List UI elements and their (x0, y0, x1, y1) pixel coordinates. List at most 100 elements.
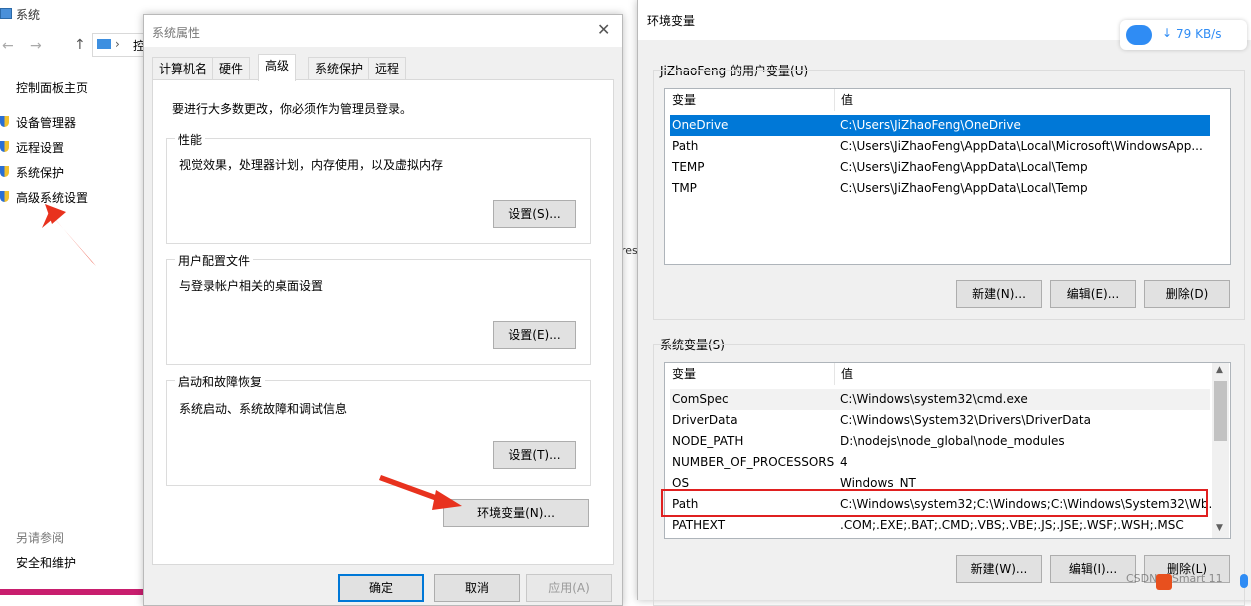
user-delete-button[interactable]: 删除(D) (1144, 280, 1230, 308)
dialog-titlebar (144, 15, 622, 47)
var-name: NUMBER_OF_PROCESSORS (672, 455, 835, 469)
performance-title: 性能 (175, 131, 206, 148)
user-col-value-header[interactable]: 值 (841, 89, 853, 111)
table-row[interactable]: TEMP C:\Users\JiZhaoFeng\AppData\Local\T… (670, 157, 1210, 178)
cloud-icon (1126, 25, 1152, 45)
var-value: C:\Users\JiZhaoFeng\AppData\Local\Micros… (840, 139, 1203, 153)
sys-edit-button[interactable]: 编辑(I)... (1050, 555, 1136, 583)
var-name: DriverData (672, 413, 738, 427)
background-text: res (621, 244, 638, 257)
var-name: PATHEXT (672, 518, 726, 532)
table-row[interactable]: NODE_PATH D:\nodejs\node_global\node_mod… (670, 431, 1210, 452)
table-row[interactable]: DriverData C:\Windows\System32\Drivers\D… (670, 410, 1210, 431)
back-arrow-icon[interactable]: ← (2, 38, 14, 54)
startup-settings-button[interactable]: 设置(T)... (493, 441, 576, 469)
see-also-label: 另请参阅 (16, 531, 65, 545)
download-speed: 79 KB/s (1176, 27, 1222, 41)
var-value: C:\Windows\system32\cmd.exe (840, 392, 1028, 406)
user-new-button[interactable]: 新建(N)... (956, 280, 1042, 308)
remote-settings-link[interactable]: 远程设置 (16, 139, 64, 156)
system-window-title: 系统 (16, 8, 41, 22)
dialog-title: 系统属性 (152, 26, 201, 40)
user-profiles-group: 用户配置文件 与登录帐户相关的桌面设置 设置(E)... (166, 252, 591, 365)
user-profiles-title: 用户配置文件 (175, 252, 254, 269)
ime-s-icon (1156, 574, 1172, 590)
sys-new-button[interactable]: 新建(W)... (956, 555, 1042, 583)
system-window-icon (0, 8, 12, 19)
scroll-thumb[interactable] (1214, 381, 1227, 441)
taskbar-strip (0, 589, 150, 595)
var-name: NODE_PATH (672, 434, 744, 448)
var-value: 4 (840, 455, 848, 469)
performance-group: 性能 视觉效果，处理器计划，内存使用，以及虚拟内存 设置(S)... (166, 131, 591, 244)
shield-icon (0, 116, 9, 127)
var-value: C:\Users\JiZhaoFeng\AppData\Local\Temp (840, 181, 1088, 195)
address-separator: › (115, 37, 120, 51)
forward-arrow-icon[interactable]: → (30, 38, 42, 54)
close-icon[interactable]: ✕ (597, 20, 610, 39)
var-value: C:\Users\JiZhaoFeng\OneDrive (840, 118, 1021, 132)
var-name: OneDrive (672, 118, 729, 132)
var-name: TMP (672, 181, 697, 195)
sys-col-variable-header[interactable]: 变量 (672, 363, 696, 385)
system-properties-dialog: 系统属性 ✕ 计算机名 硬件 高级 系统保护 远程 要进行大多数更改，你必须作为… (143, 14, 623, 606)
var-value: C:\Windows\System32\Drivers\DriverData (840, 413, 1091, 427)
up-arrow-icon[interactable]: ↑ (74, 37, 86, 53)
shield-icon (0, 141, 9, 152)
performance-settings-button[interactable]: 设置(S)... (493, 200, 576, 228)
scroll-down-icon[interactable]: ▼ (1216, 523, 1223, 533)
shield-icon (0, 166, 9, 177)
security-maintenance-link[interactable]: 安全和维护 (16, 554, 76, 571)
user-profiles-settings-button[interactable]: 设置(E)... (493, 321, 576, 349)
speed-widget[interactable]: ↓ 79 KB/s (1120, 20, 1247, 50)
tab-computer-name[interactable]: 计算机名 (152, 57, 215, 80)
environment-variables-dialog: 环境变量 JiZhaoFeng 的用户变量(U) 变量 值 OneDrive C… (637, 0, 1251, 606)
table-row[interactable]: ComSpec C:\Windows\system32\cmd.exe (670, 389, 1210, 410)
system-protection-link[interactable]: 系统保护 (16, 164, 64, 181)
user-profiles-desc: 与登录帐户相关的桌面设置 (179, 279, 324, 293)
table-row[interactable]: Path C:\Users\JiZhaoFeng\AppData\Local\M… (670, 136, 1210, 157)
startup-recovery-desc: 系统启动、系统故障和调试信息 (179, 402, 348, 416)
var-name: ComSpec (672, 392, 729, 406)
tab-remote[interactable]: 远程 (368, 57, 407, 80)
table-row[interactable]: OneDrive C:\Users\JiZhaoFeng\OneDrive (670, 115, 1210, 136)
scrollbar[interactable]: ▲ ▼ (1212, 363, 1229, 538)
watermark: CSDN @Smart 11 (1126, 572, 1223, 585)
admin-note: 要进行大多数更改，你必须作为管理员登录。 (172, 102, 413, 116)
ok-button[interactable]: 确定 (338, 574, 424, 602)
system-window: 系统 ← → ↑ › 控 控制面板主页 设备管理器 远程设置 系统保护 高级系统… (0, 0, 154, 595)
var-value: C:\Users\JiZhaoFeng\AppData\Local\Temp (840, 160, 1088, 174)
tab-advanced[interactable]: 高级 (258, 54, 297, 81)
startup-recovery-title: 启动和故障恢复 (175, 373, 266, 390)
tab-system-protection[interactable]: 系统保护 (308, 57, 371, 80)
scroll-up-icon[interactable]: ▲ (1216, 365, 1223, 375)
table-row[interactable]: NUMBER_OF_PROCESSORS 4 (670, 452, 1210, 473)
apply-button[interactable]: 应用(A) (526, 574, 612, 602)
var-name: TEMP (672, 160, 705, 174)
table-row[interactable]: TMP C:\Users\JiZhaoFeng\AppData\Local\Te… (670, 178, 1210, 199)
table-row[interactable]: PATHEXT .COM;.EXE;.BAT;.CMD;.VBS;.VBE;.J… (670, 515, 1210, 536)
shield-icon (0, 191, 9, 202)
var-value: .COM;.EXE;.BAT;.CMD;.VBS;.VBE;.JS;.JSE;.… (840, 518, 1184, 532)
control-panel-home-link[interactable]: 控制面板主页 (16, 79, 88, 96)
column-divider (834, 89, 835, 111)
path-highlight-box (661, 489, 1208, 517)
user-vars-list[interactable]: 变量 值 OneDrive C:\Users\JiZhaoFeng\OneDri… (664, 88, 1231, 265)
microphone-icon (1240, 574, 1248, 588)
sys-col-value-header[interactable]: 值 (841, 363, 853, 385)
performance-desc: 视觉效果，处理器计划，内存使用，以及虚拟内存 (179, 158, 444, 172)
startup-recovery-group: 启动和故障恢复 系统启动、系统故障和调试信息 设置(T)... (166, 373, 591, 486)
user-col-variable-header[interactable]: 变量 (672, 89, 696, 111)
device-manager-link[interactable]: 设备管理器 (16, 114, 76, 131)
download-arrow-icon: ↓ (1162, 26, 1173, 40)
computer-icon (97, 39, 111, 49)
env-title: 环境变量 (647, 14, 696, 28)
var-name: Path (672, 139, 699, 153)
user-edit-button[interactable]: 编辑(E)... (1050, 280, 1136, 308)
var-value: D:\nodejs\node_global\node_modules (840, 434, 1065, 448)
tab-hardware[interactable]: 硬件 (212, 57, 251, 80)
column-divider (834, 363, 835, 385)
red-arrow-annotation (379, 475, 462, 510)
cancel-button[interactable]: 取消 (434, 574, 520, 602)
red-arrow-annotation (42, 204, 96, 266)
